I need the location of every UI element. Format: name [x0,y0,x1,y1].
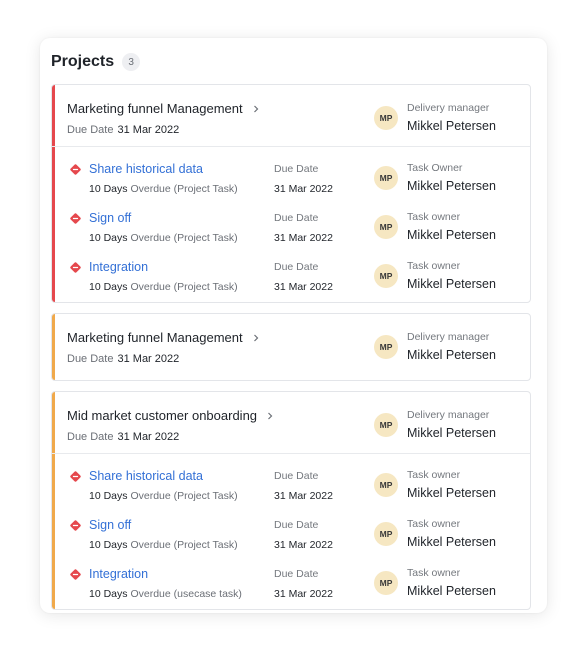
task-row: Share historical data 10 Days Overdue (P… [52,151,530,200]
task-due-label: Due Date [274,519,319,531]
overdue-diamond-icon [70,520,81,531]
project-count-badge: 3 [122,53,141,71]
task-overdue: 10 Days Overdue (Project Task) [89,490,238,502]
task-owner-role: Task owner [407,518,461,530]
project-name-link[interactable]: Marketing funnel Management [67,101,260,116]
avatar: MP [374,335,398,359]
avatar: MP [374,522,398,546]
owner-name: Mikkel Petersen [407,348,496,362]
overdue-diamond-icon [70,471,81,482]
task-row: Sign off 10 Days Overdue (Project Task) … [52,200,530,249]
task-row: Integration 10 Days Overdue (usecase tas… [52,556,530,605]
task-overdue: 10 Days Overdue (Project Task) [89,539,238,551]
task-overdue: 10 Days Overdue (Project Task) [89,183,238,195]
avatar: MP [374,215,398,239]
avatar: MP [374,166,398,190]
task-overdue: 10 Days Overdue (Project Task) [89,232,238,244]
task-owner-role: Task owner [407,260,461,272]
projects-panel: Projects 3 Marketing funnel Management D… [40,38,547,613]
task-name-link[interactable]: Integration [89,260,148,274]
project-name: Mid market customer onboarding [67,408,258,423]
project-due-date: Due Date 31 Mar 2022 [67,431,180,443]
avatar: MP [374,571,398,595]
task-overdue: 10 Days Overdue (Project Task) [89,281,238,293]
task-owner-role: Task owner [407,567,461,579]
panel-header: Projects 3 [51,38,531,84]
task-overdue: 10 Days Overdue (usecase task) [89,588,242,600]
task-due-value: 31 Mar 2022 [274,539,333,551]
owner-role: Delivery manager [407,102,490,114]
task-owner-name: Mikkel Petersen [407,486,496,500]
task-name-link[interactable]: Share historical data [89,469,203,483]
project-card: Mid market customer onboarding Due Date 3… [51,391,531,610]
task-row: Sign off 10 Days Overdue (Project Task) … [52,507,530,556]
task-name-link[interactable]: Sign off [89,211,131,225]
task-due-value: 31 Mar 2022 [274,588,333,600]
task-list: Share historical data 10 Days Overdue (P… [52,454,530,609]
project-card: Marketing funnel Management Due Date 31 M… [51,84,531,303]
overdue-diamond-icon [70,569,81,580]
avatar: MP [374,106,398,130]
avatar: MP [374,413,398,437]
task-row: Share historical data 10 Days Overdue (P… [52,458,530,507]
project-name-link[interactable]: Mid market customer onboarding [67,408,274,423]
task-owner-role: Task owner [407,211,461,223]
task-owner-name: Mikkel Petersen [407,179,496,193]
task-due-label: Due Date [274,163,319,175]
chevron-right-icon [268,412,273,419]
task-due-value: 31 Mar 2022 [274,490,333,502]
task-due-value: 31 Mar 2022 [274,183,333,195]
project-card: Marketing funnel Management Due Date 31 M… [51,313,531,381]
overdue-diamond-icon [70,164,81,175]
task-due-value: 31 Mar 2022 [274,232,333,244]
project-header: Marketing funnel Management Due Date 31 M… [52,314,530,380]
project-name-link[interactable]: Marketing funnel Management [67,330,260,345]
task-due-label: Due Date [274,261,319,273]
overdue-diamond-icon [70,262,81,273]
owner-name: Mikkel Petersen [407,426,496,440]
project-header: Mid market customer onboarding Due Date 3… [52,392,530,454]
project-due-date: Due Date 31 Mar 2022 [67,353,180,365]
task-owner-name: Mikkel Petersen [407,228,496,242]
overdue-diamond-icon [70,213,81,224]
project-name: Marketing funnel Management [67,101,243,116]
project-name: Marketing funnel Management [67,330,243,345]
task-due-label: Due Date [274,212,319,224]
task-name-link[interactable]: Integration [89,567,148,581]
task-owner-role: Task owner [407,469,461,481]
project-due-date: Due Date 31 Mar 2022 [67,124,180,136]
project-header: Marketing funnel Management Due Date 31 M… [52,85,530,147]
owner-role: Delivery manager [407,331,490,343]
chevron-right-icon [253,105,258,112]
task-due-label: Due Date [274,568,319,580]
owner-name: Mikkel Petersen [407,119,496,133]
avatar: MP [374,473,398,497]
chevron-right-icon [253,334,258,341]
task-due-label: Due Date [274,470,319,482]
task-name-link[interactable]: Share historical data [89,162,203,176]
task-owner-role: Task Owner [407,162,463,174]
task-owner-name: Mikkel Petersen [407,584,496,598]
panel-title: Projects [51,53,115,70]
task-name-link[interactable]: Sign off [89,518,131,532]
task-row: Integration 10 Days Overdue (Project Tas… [52,249,530,298]
task-owner-name: Mikkel Petersen [407,277,496,291]
task-due-value: 31 Mar 2022 [274,281,333,293]
owner-role: Delivery manager [407,409,490,421]
avatar: MP [374,264,398,288]
task-owner-name: Mikkel Petersen [407,535,496,549]
task-list: Share historical data 10 Days Overdue (P… [52,147,530,302]
